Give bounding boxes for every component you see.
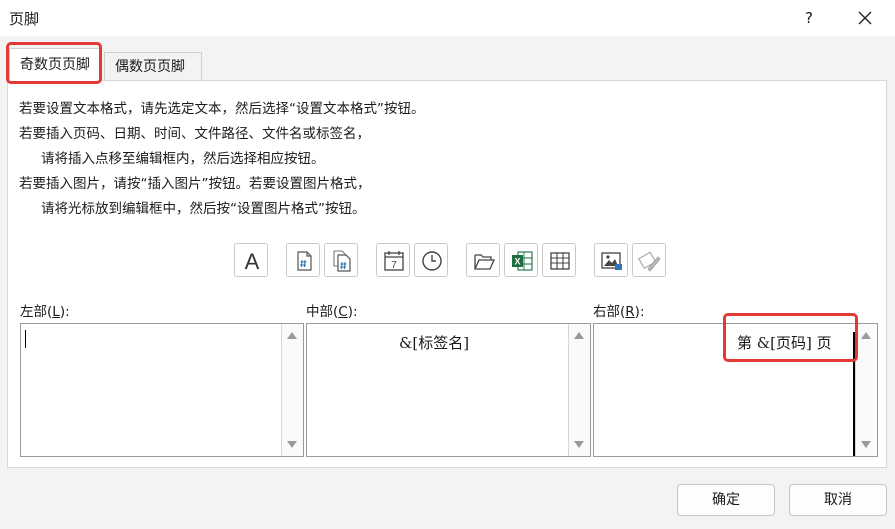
insert-sheet-name-button[interactable] [542, 243, 576, 277]
insert-date-icon: 7 [384, 251, 404, 271]
instruction-line: 请将光标放到编辑框中，然后按“设置图片格式”按钮。 [41, 201, 366, 217]
scroll-down-icon[interactable] [287, 441, 297, 448]
insert-page-number-button[interactable] [286, 243, 320, 277]
close-icon [858, 11, 872, 25]
insert-time-icon [422, 251, 442, 271]
left-section-editbox[interactable] [20, 323, 304, 457]
svg-text:7: 7 [391, 260, 397, 271]
right-section-label: 右部(R): [593, 304, 645, 320]
center-section-label: 中部(C): [306, 304, 358, 320]
right-section-scrollbar[interactable] [855, 324, 877, 456]
format-text-button[interactable]: A [234, 243, 268, 277]
instruction-line: 若要设置文本格式，请先选定文本，然后选择“设置文本格式”按钮。 [19, 101, 425, 117]
left-section-label: 左部(L): [20, 304, 70, 320]
insert-page-count-icon [333, 250, 351, 272]
scroll-up-icon[interactable] [287, 332, 297, 339]
scroll-up-icon[interactable] [574, 332, 584, 339]
help-button[interactable]: ? [794, 4, 824, 32]
format-text-icon: A [245, 249, 260, 273]
right-section-editbox[interactable]: 第 &[页码] 页 [593, 323, 878, 457]
ok-button[interactable]: 确定 [677, 484, 775, 516]
insert-picture-button[interactable] [594, 243, 628, 277]
insert-page-count-button[interactable] [324, 243, 358, 277]
insert-time-button[interactable] [414, 243, 448, 277]
title-bar: 页脚 ? [0, 0, 895, 36]
format-picture-icon [638, 251, 661, 272]
format-picture-button[interactable] [632, 243, 666, 277]
scroll-down-icon[interactable] [861, 441, 871, 448]
left-section-scrollbar[interactable] [281, 324, 303, 456]
insert-file-name-button[interactable]: X [504, 243, 538, 277]
instruction-line: 若要插入页码、日期、时间、文件路径、文件名或标签名， [19, 126, 370, 142]
tab-odd-page-footer[interactable]: 奇数页页脚 [9, 48, 101, 81]
center-section-scrollbar[interactable] [568, 324, 590, 456]
insert-sheet-name-icon [550, 252, 570, 270]
text-cursor [25, 330, 26, 348]
center-section-text: &[标签名] [399, 334, 470, 352]
right-section-text: 第 &[页码] 页 [737, 334, 832, 352]
instruction-line: 若要插入图片，请按“插入图片”按钮。若要设置图片格式， [19, 176, 371, 192]
insert-picture-icon [601, 252, 622, 270]
center-section-editbox[interactable]: &[标签名] [306, 323, 591, 457]
insert-file-name-icon: X [512, 251, 533, 271]
close-button[interactable] [848, 4, 882, 32]
page-footer-dialog: 页脚 ? 奇数页页脚 偶数页页脚 若要设置文本格式，请先选定文本，然后选择“设置… [0, 0, 895, 529]
insert-page-number-icon [297, 251, 312, 271]
svg-text:A: A [245, 249, 260, 273]
svg-text:X: X [514, 257, 520, 267]
footer-panel: 若要设置文本格式，请先选定文本，然后选择“设置文本格式”按钮。 若要插入页码、日… [7, 80, 887, 468]
scroll-down-icon[interactable] [574, 441, 584, 448]
insert-file-path-button[interactable] [466, 243, 500, 277]
insert-date-button[interactable]: 7 [376, 243, 410, 277]
instruction-line: 请将插入点移至编辑框内，然后选择相应按钮。 [41, 151, 325, 167]
cancel-button[interactable]: 取消 [789, 484, 887, 516]
tab-even-page-footer[interactable]: 偶数页页脚 [104, 52, 202, 81]
dialog-title: 页脚 [9, 10, 40, 28]
scroll-up-icon[interactable] [861, 332, 871, 339]
insert-file-path-icon [474, 254, 496, 270]
